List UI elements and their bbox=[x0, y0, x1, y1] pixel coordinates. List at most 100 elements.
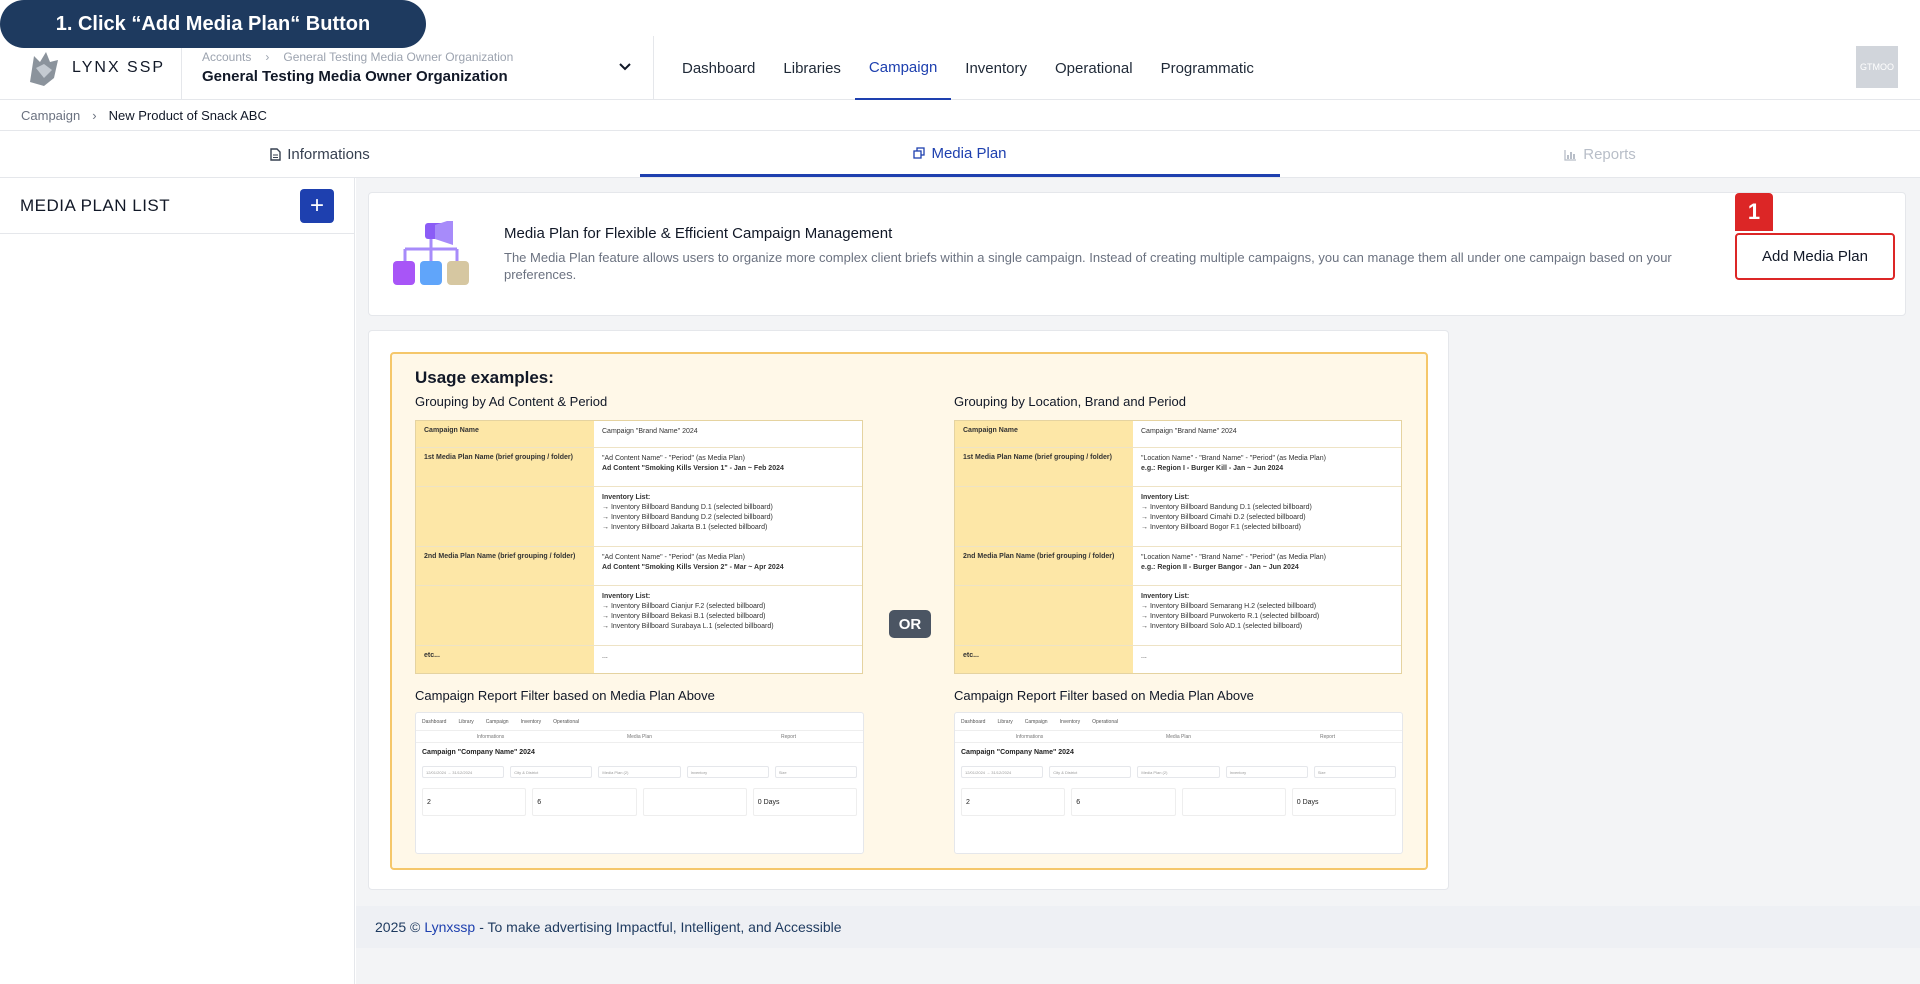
cell-line: "Location Name" - "Brand Name" - "Period… bbox=[1141, 554, 1326, 561]
nav-campaign[interactable]: Campaign bbox=[854, 36, 952, 100]
add-media-plan-plus-button[interactable]: + bbox=[300, 188, 334, 223]
copy-icon bbox=[913, 147, 926, 159]
mini-tab: Informations bbox=[476, 734, 505, 740]
avatar[interactable]: GTMOO bbox=[1856, 46, 1898, 88]
left-group-title: Grouping by Ad Content & Period bbox=[415, 394, 608, 409]
breadcrumb-campaign[interactable]: Campaign bbox=[21, 108, 80, 123]
table-cell-value: Inventory List: → Inventory Billboard Ban… bbox=[1133, 487, 1401, 546]
campaign-tabs: Informations Media Plan Reports bbox=[0, 132, 1920, 178]
mini-filter: Media Plan (2) bbox=[598, 766, 681, 778]
mini-tab: Report bbox=[1319, 734, 1335, 740]
org-name: General Testing Media Owner Organization bbox=[202, 68, 508, 85]
main-content: Media Plan for Flexible & Efficient Camp… bbox=[356, 178, 1920, 984]
usage-examples-card: Usage examples: Grouping by Ad Content &… bbox=[368, 330, 1449, 890]
breadcrumb-separator: › bbox=[92, 108, 97, 123]
breadcrumb-org[interactable]: General Testing Media Owner Organization bbox=[283, 50, 513, 64]
table-cell-value: Inventory List: → Inventory Billboard Ban… bbox=[594, 487, 862, 546]
mini-stat bbox=[1181, 788, 1286, 816]
cell-line: "Location Name" - "Brand Name" - "Period… bbox=[1141, 455, 1326, 462]
tutorial-step-banner: 1. Click “Add Media Plan“ Button bbox=[0, 0, 426, 48]
usage-examples-box: Usage examples: Grouping by Ad Content &… bbox=[390, 352, 1428, 870]
tab-informations-label: Informations bbox=[287, 146, 370, 163]
nav-libraries[interactable]: Libraries bbox=[769, 36, 855, 100]
footer-tagline: - To make advertising Impactful, Intelli… bbox=[479, 919, 842, 935]
tab-informations[interactable]: Informations bbox=[0, 132, 640, 177]
cell-line: → Inventory Billboard Bandung D.2 (selec… bbox=[602, 514, 773, 521]
logo[interactable]: LYNX SSP bbox=[24, 48, 165, 88]
footer-prefix: 2025 © bbox=[375, 919, 421, 935]
mini-stat: 6 bbox=[532, 788, 637, 816]
footer-brand-link[interactable]: Lynxssp bbox=[424, 919, 475, 935]
mini-nav: Dashboard Library Campaign Inventory Ope… bbox=[955, 713, 1402, 731]
table-cell-label: 1st Media Plan Name (brief grouping / fo… bbox=[416, 448, 594, 486]
table-cell-value: "Location Name" - "Brand Name" - "Period… bbox=[1133, 547, 1401, 585]
nav-operational[interactable]: Operational bbox=[1041, 36, 1147, 100]
logo-text: LYNX SSP bbox=[72, 59, 166, 76]
table-cell-value: ... bbox=[602, 653, 608, 660]
left-report-preview: Dashboard Library Campaign Inventory Ope… bbox=[415, 712, 864, 854]
table-cell-label: 2nd Media Plan Name (brief grouping / fo… bbox=[416, 547, 594, 585]
mini-stat-value: 0 Days bbox=[1296, 799, 1319, 806]
mini-body: Campaign "Company Name" 2024 12/01/2024 … bbox=[416, 743, 863, 822]
left-example-table: Campaign Name Campaign "Brand Name" 2024… bbox=[415, 420, 863, 674]
org-breadcrumb: Accounts › General Testing Media Owner O… bbox=[202, 50, 633, 64]
right-group-title: Grouping by Location, Brand and Period bbox=[954, 394, 1186, 409]
mini-stat: 2 bbox=[422, 788, 527, 816]
cell-line: → Inventory Billboard Solo AD.1 (selecte… bbox=[1141, 623, 1303, 630]
chevron-down-icon[interactable] bbox=[619, 58, 631, 74]
table-cell-label: etc... bbox=[416, 646, 594, 673]
cell-line: e.g.: Region I - Burger Kill - Jan ~ Jun… bbox=[1141, 465, 1284, 472]
mini-nav-item: Dashboard bbox=[961, 718, 986, 725]
table-cell-value: Campaign "Brand Name" 2024 bbox=[602, 428, 698, 435]
cell-line: Inventory List: bbox=[1141, 593, 1190, 600]
media-plan-info-card: Media Plan for Flexible & Efficient Camp… bbox=[368, 192, 1906, 316]
mini-filter: Size bbox=[774, 766, 858, 778]
table-cell-label bbox=[416, 487, 594, 546]
right-example-table: Campaign Name Campaign "Brand Name" 2024… bbox=[954, 420, 1402, 674]
mini-tab: Media Plan bbox=[1165, 734, 1191, 740]
breadcrumb-separator: › bbox=[265, 50, 270, 64]
mini-stat: 6 bbox=[1071, 788, 1176, 816]
nav-programmatic[interactable]: Programmatic bbox=[1147, 36, 1268, 100]
tab-media-plan-label: Media Plan bbox=[931, 144, 1007, 162]
table-cell-value: Inventory List: → Inventory Billboard Cia… bbox=[594, 586, 862, 645]
megaphone-illustration-icon bbox=[393, 221, 469, 285]
mini-filter: 12/01/2024 → 31/12/2024 bbox=[961, 766, 1044, 778]
nav-dashboard[interactable]: Dashboard bbox=[668, 36, 769, 100]
table-cell-label bbox=[955, 586, 1133, 645]
cell-line: → Inventory Billboard Semarang H.2 (sele… bbox=[1141, 603, 1317, 610]
mini-nav-item: Operational bbox=[553, 718, 579, 725]
mini-nav-item: Campaign bbox=[1024, 718, 1048, 725]
table-row: 1st Media Plan Name (brief grouping / fo… bbox=[955, 448, 1401, 487]
mini-stat-value: 2 bbox=[427, 799, 431, 806]
tab-reports[interactable]: Reports bbox=[1280, 132, 1920, 177]
cell-line: → Inventory Billboard Jakarta B.1 (selec… bbox=[602, 524, 768, 531]
table-cell-label bbox=[955, 487, 1133, 546]
usage-examples-title: Usage examples: bbox=[415, 368, 554, 387]
mini-nav-item: Library bbox=[458, 718, 474, 725]
mini-campaign-title: Campaign "Company Name" 2024 bbox=[961, 749, 1074, 756]
file-icon bbox=[270, 148, 281, 161]
cell-line: → Inventory Billboard Bandung D.1 (selec… bbox=[1141, 504, 1312, 511]
tab-media-plan[interactable]: Media Plan bbox=[640, 132, 1280, 177]
mini-filter: Media Plan (2) bbox=[1137, 766, 1220, 778]
table-cell-value: "Ad Content Name" - "Period" (as Media P… bbox=[594, 547, 862, 585]
mini-filter: Size bbox=[1313, 766, 1397, 778]
table-row: 2nd Media Plan Name (brief grouping / fo… bbox=[955, 547, 1401, 586]
add-media-plan-button[interactable]: Add Media Plan bbox=[1735, 233, 1895, 280]
mini-nav-item: Campaign bbox=[485, 718, 509, 725]
cell-line: → Inventory Billboard Cimahi D.2 (select… bbox=[1141, 514, 1306, 521]
mini-filters: 12/01/2024 → 31/12/2024 City & District … bbox=[422, 766, 858, 778]
table-row: Inventory List: → Inventory Billboard Ban… bbox=[416, 487, 862, 547]
nav-inventory[interactable]: Inventory bbox=[951, 36, 1041, 100]
cell-line: → Inventory Billboard Bekasi B.1 (select… bbox=[602, 613, 766, 620]
mini-stat: 0 Days bbox=[752, 788, 857, 816]
lynx-logo-icon bbox=[30, 52, 58, 86]
table-row: 2nd Media Plan Name (brief grouping / fo… bbox=[416, 547, 862, 586]
sidebar-title: MEDIA PLAN LIST bbox=[20, 195, 171, 215]
mini-filters: 12/01/2024 → 31/12/2024 City & District … bbox=[961, 766, 1397, 778]
cell-line: Inventory List: bbox=[1141, 494, 1190, 501]
breadcrumb-accounts[interactable]: Accounts bbox=[202, 50, 251, 64]
mini-filter: 12/01/2024 → 31/12/2024 bbox=[422, 766, 505, 778]
table-cell-label: 1st Media Plan Name (brief grouping / fo… bbox=[955, 448, 1133, 486]
